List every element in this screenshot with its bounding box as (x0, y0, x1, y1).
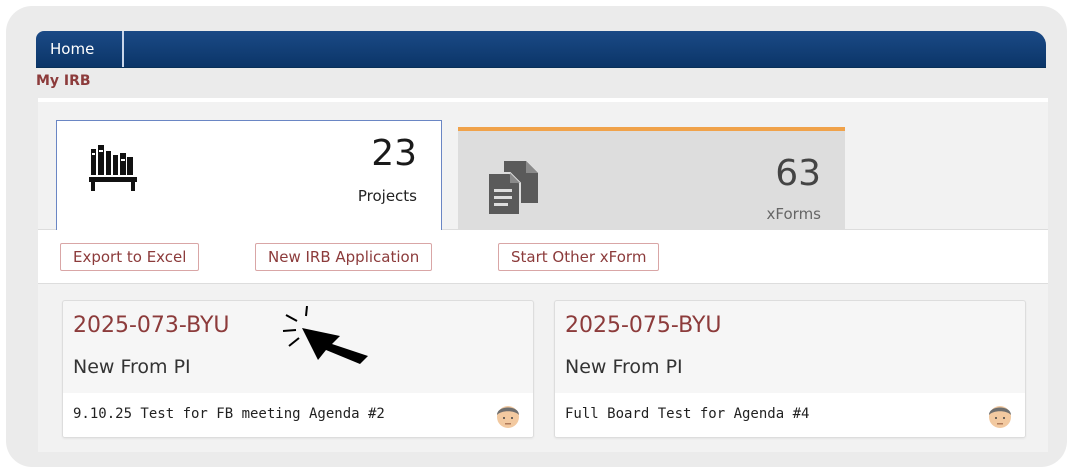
xforms-count: 63 (775, 153, 821, 194)
projects-kpi-tab[interactable]: 23 Projects (56, 120, 442, 230)
xforms-label: xForms (766, 205, 821, 223)
projects-label: Projects (357, 187, 417, 205)
projects-count: 23 (371, 133, 417, 174)
action-toolbar: Export to Excel New IRB Application Star… (38, 229, 1048, 284)
project-card[interactable]: 2025-075-BYU New From PI Full Board Test… (554, 300, 1026, 438)
documents-icon (484, 157, 544, 221)
export-to-excel-button[interactable]: Export to Excel (60, 243, 200, 271)
start-other-xform-button[interactable]: Start Other xForm (498, 243, 660, 271)
project-card-footer: Full Board Test for Agenda #4 (555, 393, 1025, 437)
xforms-kpi-tab[interactable]: 63 xForms (458, 127, 845, 229)
project-description: 9.10.25 Test for FB meeting Agenda #2 (73, 406, 385, 422)
project-id-link[interactable]: 2025-075-BYU (565, 313, 722, 338)
project-status: New From PI (565, 356, 683, 378)
page-title: My IRB (36, 73, 91, 89)
project-status: New From PI (73, 356, 191, 378)
project-description: Full Board Test for Agenda #4 (565, 406, 810, 422)
project-card-footer: 9.10.25 Test for FB meeting Agenda #2 (63, 393, 533, 437)
bookshelf-icon (87, 143, 139, 197)
user-avatar-icon[interactable] (495, 401, 521, 431)
click-pointer-icon (280, 305, 372, 376)
top-nav-bar: Home (36, 31, 1046, 67)
tab-home[interactable]: Home (36, 31, 124, 67)
project-id-link[interactable]: 2025-073-BYU (73, 313, 230, 338)
user-avatar-icon[interactable] (987, 401, 1013, 431)
new-irb-application-button[interactable]: New IRB Application (255, 243, 433, 271)
